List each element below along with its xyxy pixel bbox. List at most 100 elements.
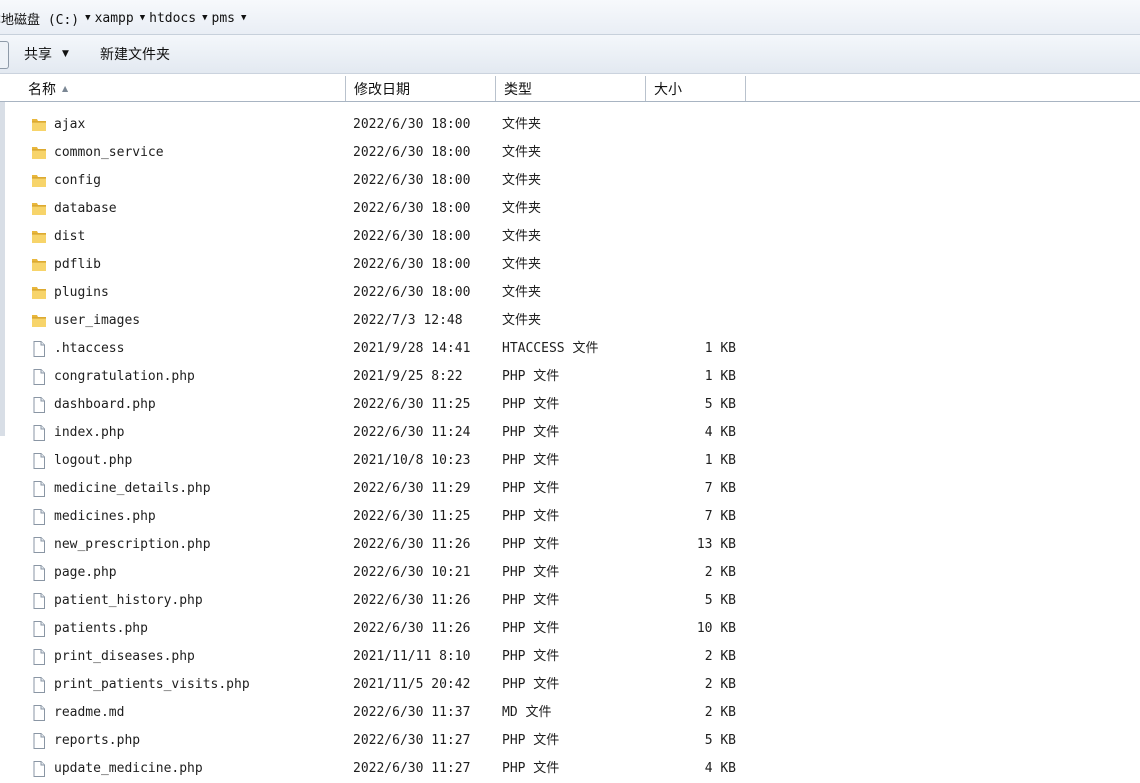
breadcrumb-item-htdocs[interactable]: htdocs <box>149 11 196 26</box>
list-item[interactable]: readme.md 2022/6/30 11:37 MD 文件 2 KB <box>0 699 1140 727</box>
column-name-label: 名称 <box>28 81 56 98</box>
chevron-down-icon: ▼ <box>62 49 69 59</box>
chevron-down-icon[interactable]: ▼ <box>140 13 145 23</box>
file-size: 1 KB <box>704 453 736 468</box>
list-item[interactable]: plugins 2022/6/30 18:00 文件夹 <box>0 279 1140 307</box>
chevron-down-icon[interactable]: ▼ <box>85 13 90 23</box>
breadcrumb-item-local-disk[interactable]: 本地磁盘 (C:) <box>0 9 79 28</box>
file-type: HTACCESS 文件 <box>502 341 599 356</box>
folder-icon <box>30 116 48 134</box>
file-name: logout.php <box>54 453 133 468</box>
file-date: 2022/6/30 11:27 <box>353 761 471 776</box>
list-item[interactable]: patient_history.php 2022/6/30 11:26 PHP 文件… <box>0 587 1140 615</box>
list-item[interactable]: reports.php 2022/6/30 11:27 PHP 文件 5 KB <box>0 727 1140 755</box>
file-size: 2 KB <box>704 677 736 692</box>
file-date: 2022/7/3 12:48 <box>353 313 463 328</box>
list-item[interactable]: logout.php 2021/10/8 10:23 PHP 文件 1 KB <box>0 447 1140 475</box>
file-size: 5 KB <box>704 733 736 748</box>
list-item[interactable]: database 2022/6/30 18:00 文件夹 <box>0 195 1140 223</box>
file-size <box>650 195 736 223</box>
folder-icon <box>30 172 48 190</box>
file-type: PHP 文件 <box>502 649 560 664</box>
list-item[interactable]: index.php 2022/6/30 11:24 PHP 文件 4 KB <box>0 419 1140 447</box>
file-size: 2 KB <box>704 565 736 580</box>
file-icon <box>30 704 48 722</box>
breadcrumb: 本地磁盘 (C:) ▼ xampp ▼ htdocs ▼ pms ▼ <box>0 9 250 28</box>
list-item[interactable]: config 2022/6/30 18:00 文件夹 <box>0 167 1140 195</box>
file-name: patients.php <box>54 621 148 636</box>
file-icon <box>30 452 48 470</box>
list-item[interactable]: medicines.php 2022/6/30 11:25 PHP 文件 7 KB <box>0 503 1140 531</box>
column-header-name[interactable]: 名称 ▲ <box>20 76 346 101</box>
list-item[interactable]: new_prescription.php 2022/6/30 11:26 PHP 文… <box>0 531 1140 559</box>
file-name: new_prescription.php <box>54 537 211 552</box>
file-name: plugins <box>54 285 109 300</box>
list-item[interactable]: dist 2022/6/30 18:00 文件夹 <box>0 223 1140 251</box>
list-item[interactable]: medicine_details.php 2022/6/30 11:29 PHP 文… <box>0 475 1140 503</box>
file-type: PHP 文件 <box>502 761 560 776</box>
list-item[interactable]: patients.php 2022/6/30 11:26 PHP 文件 10 KB <box>0 615 1140 643</box>
folder-icon <box>30 312 48 330</box>
new-folder-button[interactable]: 新建文件夹 <box>100 45 170 63</box>
file-date: 2022/6/30 11:27 <box>353 733 471 748</box>
new-folder-label: 新建文件夹 <box>100 47 170 63</box>
list-item[interactable]: pdflib 2022/6/30 18:00 文件夹 <box>0 251 1140 279</box>
file-size: 4 KB <box>704 425 736 440</box>
file-date: 2021/11/5 20:42 <box>353 677 471 692</box>
file-size: 5 KB <box>704 397 736 412</box>
folder-icon <box>30 200 48 218</box>
column-header-size[interactable]: 大小 <box>646 76 746 101</box>
file-size <box>650 223 736 251</box>
file-icon <box>30 396 48 414</box>
file-size <box>650 307 736 335</box>
list-item[interactable]: congratulation.php 2021/9/25 8:22 PHP 文件 1 … <box>0 363 1140 391</box>
file-size: 10 KB <box>696 621 736 636</box>
file-date: 2022/6/30 11:26 <box>353 593 471 608</box>
file-type: PHP 文件 <box>502 565 560 580</box>
list-item[interactable]: dashboard.php 2022/6/30 11:25 PHP 文件 5 KB <box>0 391 1140 419</box>
file-icon <box>30 340 48 358</box>
file-date: 2022/6/30 18:00 <box>353 173 471 188</box>
list-item[interactable]: page.php 2022/6/30 10:21 PHP 文件 2 KB <box>0 559 1140 587</box>
chevron-down-icon[interactable]: ▼ <box>241 13 246 23</box>
file-icon <box>30 620 48 638</box>
column-header-type[interactable]: 类型 <box>496 76 646 101</box>
file-list: ajax 2022/6/30 18:00 文件夹 common_service 2022… <box>0 111 1140 777</box>
file-size: 7 KB <box>704 509 736 524</box>
chevron-down-icon[interactable]: ▼ <box>202 13 207 23</box>
list-item[interactable]: common_service 2022/6/30 18:00 文件夹 <box>0 139 1140 167</box>
file-date: 2021/9/25 8:22 <box>353 369 463 384</box>
list-item[interactable]: user_images 2022/7/3 12:48 文件夹 <box>0 307 1140 335</box>
file-icon <box>30 564 48 582</box>
column-header-date[interactable]: 修改日期 <box>346 76 496 101</box>
file-size <box>650 167 736 195</box>
file-date: 2021/10/8 10:23 <box>353 453 471 468</box>
file-date: 2022/6/30 18:00 <box>353 145 471 160</box>
share-button[interactable]: 共享 ▼ <box>24 45 69 63</box>
file-type: PHP 文件 <box>502 593 560 608</box>
list-item[interactable]: update_medicine.php 2022/6/30 11:27 PHP 文件… <box>0 755 1140 783</box>
list-item[interactable]: print_diseases.php 2021/11/11 8:10 PHP 文件 2… <box>0 643 1140 671</box>
list-item[interactable]: print_patients_visits.php 2021/11/5 20:42… <box>0 671 1140 699</box>
file-type: 文件夹 <box>502 173 542 188</box>
file-icon <box>30 536 48 554</box>
address-bar[interactable]: 本地磁盘 (C:) ▼ xampp ▼ htdocs ▼ pms ▼ <box>0 0 1140 35</box>
file-size: 13 KB <box>696 537 736 552</box>
breadcrumb-item-pms[interactable]: pms <box>212 11 235 26</box>
file-size: 2 KB <box>704 649 736 664</box>
file-type: 文件夹 <box>502 257 542 272</box>
file-type: PHP 文件 <box>502 425 560 440</box>
file-date: 2022/6/30 11:24 <box>353 425 471 440</box>
list-item[interactable]: ajax 2022/6/30 18:00 文件夹 <box>0 111 1140 139</box>
list-item[interactable]: .htaccess 2021/9/28 14:41 HTACCESS 文件 1 KB <box>0 335 1140 363</box>
file-date: 2022/6/30 11:25 <box>353 509 471 524</box>
file-date: 2022/6/30 11:25 <box>353 397 471 412</box>
file-type: PHP 文件 <box>502 453 560 468</box>
file-name: medicine_details.php <box>54 481 211 496</box>
file-icon <box>30 592 48 610</box>
breadcrumb-item-xampp[interactable]: xampp <box>95 11 134 26</box>
file-name: pdflib <box>54 257 101 272</box>
file-name: user_images <box>54 313 141 328</box>
file-icon <box>30 676 48 694</box>
file-type: PHP 文件 <box>502 481 560 496</box>
